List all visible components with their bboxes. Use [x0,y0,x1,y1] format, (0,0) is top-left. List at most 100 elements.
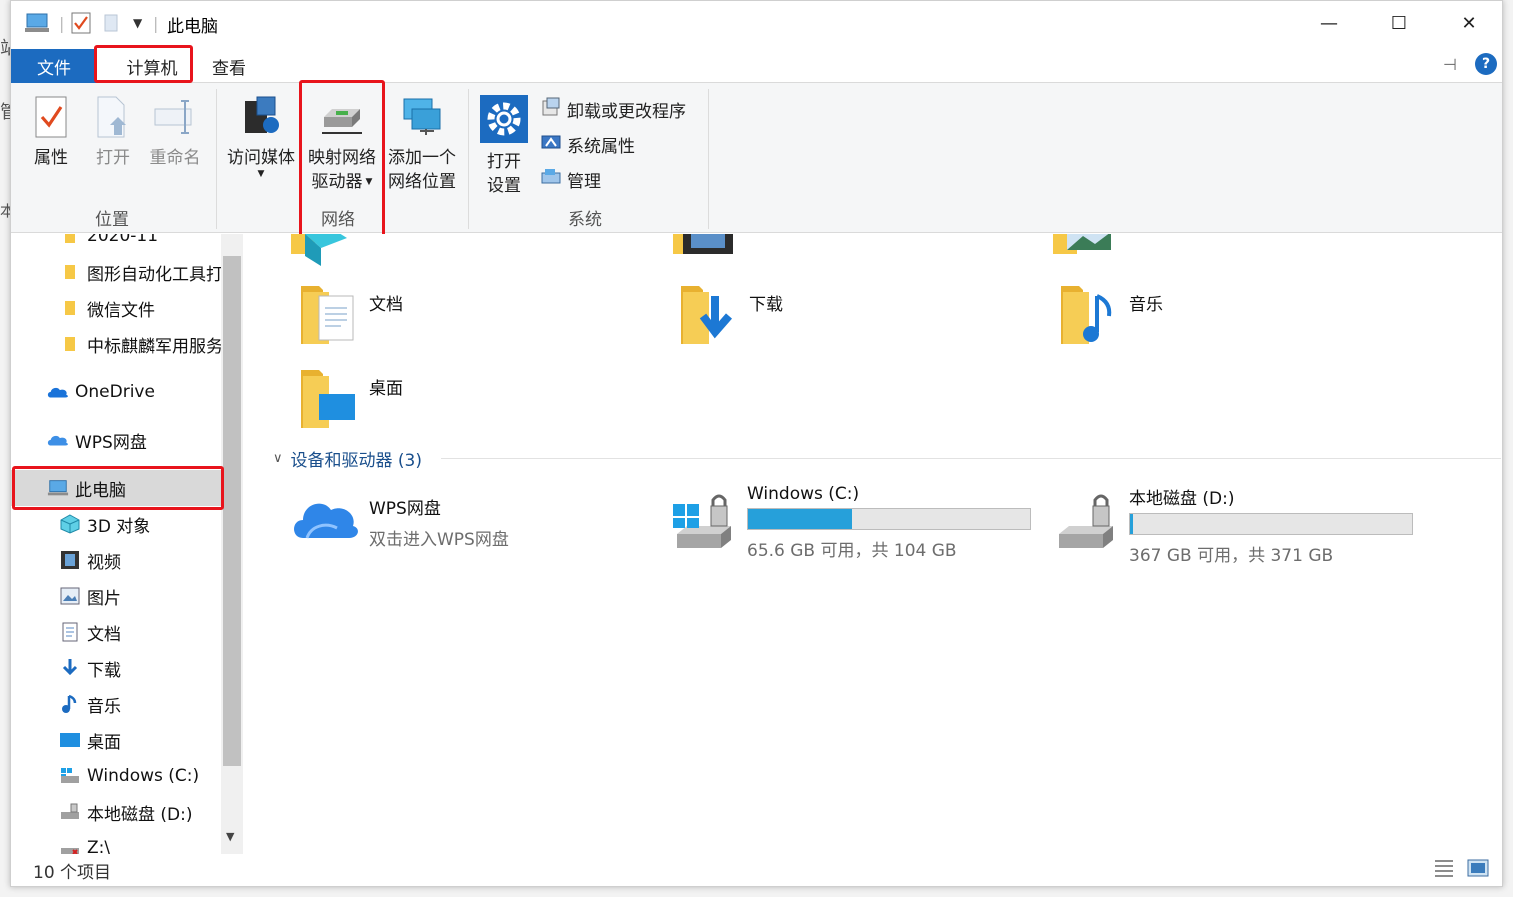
nav-item-documents[interactable]: 文档 [59,617,121,647]
group-separator [468,89,469,229]
nav-item-label: 桌面 [87,732,121,753]
rename-icon [153,95,197,146]
folder-icon [59,297,81,319]
folder-documents[interactable]: 文档 [301,282,403,350]
system-properties-label: 系统属性 [567,137,635,157]
nav-item-downloads[interactable]: 下载 [59,653,121,683]
video-film-icon [59,549,81,571]
nav-item-wps-cloud[interactable]: WPS网盘 [47,425,147,455]
local-disk-icon [1053,490,1119,558]
nav-item-label: 文档 [87,624,121,645]
group-label-location: 位置 [95,210,129,230]
nav-item-drive-c[interactable]: Windows (C:) [59,761,199,791]
pictures-folder-icon[interactable] [1053,234,1113,264]
folder-icon [59,234,81,247]
manage-button[interactable]: 管理 [541,167,601,192]
customize-chevron-down-icon[interactable]: ▼ [133,11,142,35]
onedrive-cloud-icon [47,381,69,403]
desktop-folder-icon [301,366,357,434]
folder-desktop[interactable]: 桌面 [301,366,403,434]
wps-cloud-icon [291,492,359,546]
properties-quick-access-icon[interactable] [71,11,91,35]
music-note-icon [59,693,81,715]
folder-music[interactable]: 音乐 [1061,282,1163,350]
close-button[interactable]: ✕ [1434,1,1502,45]
separator: | [59,13,65,33]
videos-folder-icon[interactable] [673,234,733,264]
drive-usage-fill [1130,514,1133,534]
nav-item-label: 此电脑 [75,480,126,501]
tab-file[interactable]: 文件 [11,49,97,83]
maximize-button[interactable]: ☐ [1364,1,1434,45]
access-media-label: 访问媒体 [227,148,295,168]
drive-usage-bar [747,508,1031,530]
folder-icon [59,333,81,355]
nav-item-graphic-automation[interactable]: 图形自动化工具打 [59,257,223,287]
uninstall-label: 卸载或更改程序 [567,102,686,122]
new-folder-quick-access-icon[interactable] [103,11,119,35]
nav-item-wechat-files[interactable]: 微信文件 [59,293,155,323]
large-icons-view-icon[interactable] [1467,858,1489,882]
this-pc-icon [47,477,69,499]
group-separator [216,89,217,229]
nav-item-desktop[interactable]: 桌面 [59,725,121,755]
group-separator [708,89,709,229]
network-location-icon [398,95,446,146]
navigation-pane: 2020-11 图形自动化工具打 微信文件 中标麒麟军用服务 OneDrive … [11,234,245,854]
title-bar: | ▼ | 此电脑 — ☐ ✕ [11,1,1502,45]
manage-icon [541,167,561,192]
properties-icon [34,95,68,146]
drive-c[interactable]: Windows (C:) 65.6 GB 可用，共 104 GB [671,484,1031,561]
group-label-network: 网络 [321,210,355,230]
window-title: 此电脑 [167,17,218,37]
nav-item-label: 2020-11 [87,234,159,246]
drive-d[interactable]: 本地磁盘 (D:) 367 GB 可用，共 371 GB [1053,484,1413,566]
system-properties-button[interactable]: 系统属性 [541,132,635,157]
open-settings-button[interactable]: 打开 设置 [477,95,531,198]
nav-item-this-pc[interactable]: 此电脑 [11,470,221,506]
rename-button[interactable]: 重命名 [145,95,205,170]
collapse-chevron-icon[interactable]: ∨ [273,451,283,466]
drive-usage-bar [1129,513,1413,535]
uninstall-program-button[interactable]: 卸载或更改程序 [541,97,686,122]
ribbon-tab-bar: 文件 计算机 查看 ⊣ ? [11,45,1502,83]
nav-item-3d-objects[interactable]: 3D 对象 [59,509,150,539]
help-button[interactable]: ? [1475,53,1497,75]
properties-button[interactable]: 属性 [27,95,75,170]
nav-scrollbar-thumb[interactable] [223,256,241,766]
nav-item-2020-11[interactable]: 2020-11 [59,234,158,251]
map-network-drive-button[interactable]: 映射网络 驱动器 ▼ [303,95,381,194]
open-button[interactable]: 打开 [91,95,135,170]
scroll-down-chevron-icon[interactable]: ▼ [226,830,234,843]
settings-gear-icon [480,95,528,150]
dropdown-arrow-icon: ▼ [365,177,373,187]
folder-downloads[interactable]: 下载 [681,282,783,350]
nav-item-videos[interactable]: 视频 [59,545,121,575]
open-settings-label-line1: 打开 [487,152,521,172]
folder-label: 下载 [749,295,783,315]
nav-item-music[interactable]: 音乐 [59,689,121,719]
drive-wps-cloud[interactable]: WPS网盘 双击进入WPS网盘 [291,492,509,550]
nav-item-pictures[interactable]: 图片 [59,581,121,611]
section-divider [441,458,1501,459]
nav-item-drive-d[interactable]: 本地磁盘 (D:) [59,797,193,827]
tab-view[interactable]: 查看 [205,49,253,83]
add-network-location-button[interactable]: 添加一个 网络位置 [383,95,461,194]
devices-section-header[interactable]: ∨ 设备和驱动器 (3) [273,446,422,471]
documents-folder-icon [301,282,357,350]
tab-computer[interactable]: 计算机 [103,49,201,83]
access-media-button[interactable]: 访问媒体 ▼ [223,95,299,179]
drive-name: Windows (C:) [747,484,860,504]
3d-objects-folder-icon[interactable] [291,234,351,270]
nav-item-onedrive[interactable]: OneDrive [47,377,155,407]
minimize-button[interactable]: — [1294,1,1364,45]
3d-objects-icon [59,513,81,535]
details-view-icon[interactable] [1433,858,1455,882]
nav-item-kylin-service[interactable]: 中标麒麟军用服务 [59,329,223,359]
nav-item-drive-z[interactable]: Z:\ [59,833,110,854]
item-count: 10 个项目 [33,863,112,883]
folder-label: 桌面 [369,379,403,399]
nav-scrollbar[interactable]: ▼ [221,234,243,854]
uninstall-icon [541,97,561,122]
pin-ribbon-icon[interactable]: ⊣ [1443,55,1457,74]
